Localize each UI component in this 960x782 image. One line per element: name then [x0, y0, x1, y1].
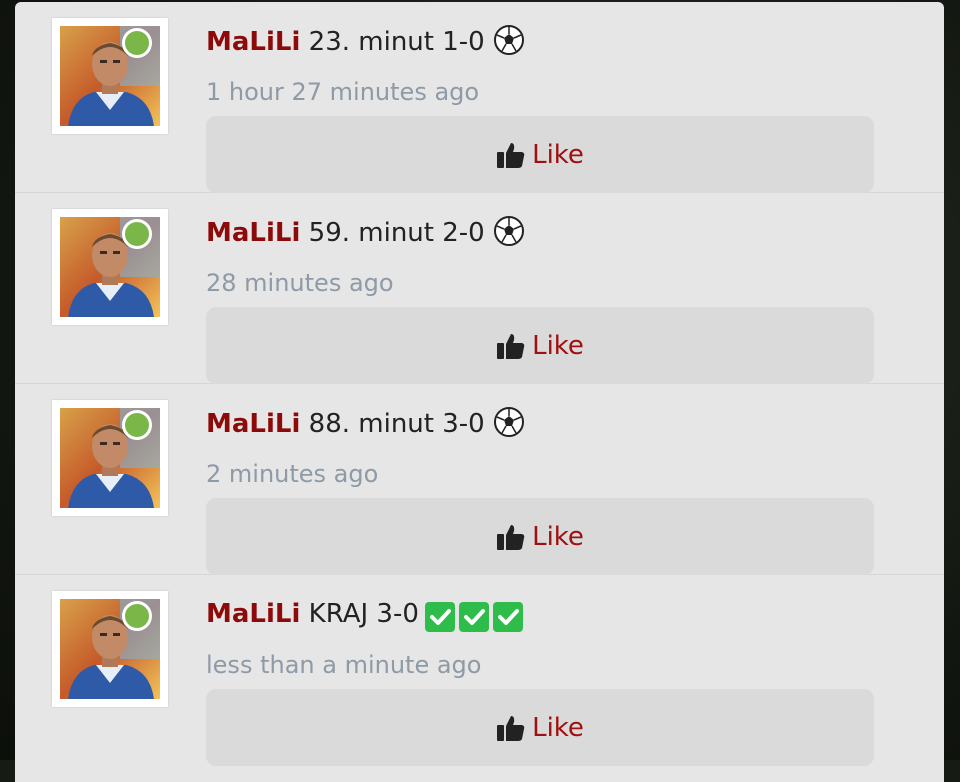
soccer-ball-icon	[493, 24, 525, 65]
online-status-indicator	[122, 601, 152, 631]
like-label: Like	[532, 139, 584, 170]
comment-item: MaLiLi 59. minut 2-0 28 minutes ago Like	[15, 193, 944, 384]
like-button[interactable]: Like	[206, 116, 874, 193]
timestamp: less than a minute ago	[206, 651, 482, 679]
thumbs-up-icon	[496, 140, 526, 170]
avatar[interactable]	[52, 591, 168, 707]
thumbs-up-icon	[496, 331, 526, 361]
comment-text-line: MaLiLi 88. minut 3-0	[206, 406, 525, 447]
username-link[interactable]: MaLiLi	[206, 409, 300, 439]
thumbs-up-icon	[496, 522, 526, 552]
timestamp: 1 hour 27 minutes ago	[206, 78, 480, 106]
avatar[interactable]	[52, 400, 168, 516]
online-status-indicator	[122, 28, 152, 58]
comment-item: MaLiLi 23. minut 1-0 1 hour 27 minutes a…	[15, 2, 944, 193]
comment-text-line: MaLiLi KRAJ 3-0	[206, 597, 527, 636]
comment-item: MaLiLi KRAJ 3-0 less than a minute ago L…	[15, 575, 944, 766]
check-mark-icons	[424, 602, 527, 636]
like-button[interactable]: Like	[206, 689, 874, 766]
comment-feed: MaLiLi 23. minut 1-0 1 hour 27 minutes a…	[15, 2, 944, 782]
avatar[interactable]	[52, 209, 168, 325]
like-label: Like	[532, 712, 584, 743]
comment-text: 88. minut 3-0	[308, 409, 485, 439]
like-label: Like	[532, 330, 584, 361]
like-button[interactable]: Like	[206, 307, 874, 384]
username-link[interactable]: MaLiLi	[206, 599, 300, 629]
username-link[interactable]: MaLiLi	[206, 27, 300, 57]
username-link[interactable]: MaLiLi	[206, 218, 300, 248]
comment-text: KRAJ 3-0	[308, 599, 419, 629]
timestamp: 2 minutes ago	[206, 460, 379, 488]
timestamp: 28 minutes ago	[206, 269, 394, 297]
comment-text-line: MaLiLi 59. minut 2-0	[206, 215, 525, 256]
comment-text-line: MaLiLi 23. minut 1-0	[206, 24, 525, 65]
like-button[interactable]: Like	[206, 498, 874, 575]
avatar[interactable]	[52, 18, 168, 134]
like-label: Like	[532, 521, 584, 552]
comment-text: 23. minut 1-0	[308, 27, 485, 57]
comment-item: MaLiLi 88. minut 3-0 2 minutes ago Like	[15, 384, 944, 575]
soccer-ball-icon	[493, 215, 525, 256]
check-mark-icon	[424, 602, 455, 632]
check-mark-icon	[458, 602, 489, 632]
check-mark-icon	[492, 602, 523, 632]
online-status-indicator	[122, 219, 152, 249]
thumbs-up-icon	[496, 713, 526, 743]
online-status-indicator	[122, 410, 152, 440]
soccer-ball-icon	[493, 406, 525, 447]
comment-text: 59. minut 2-0	[308, 218, 485, 248]
